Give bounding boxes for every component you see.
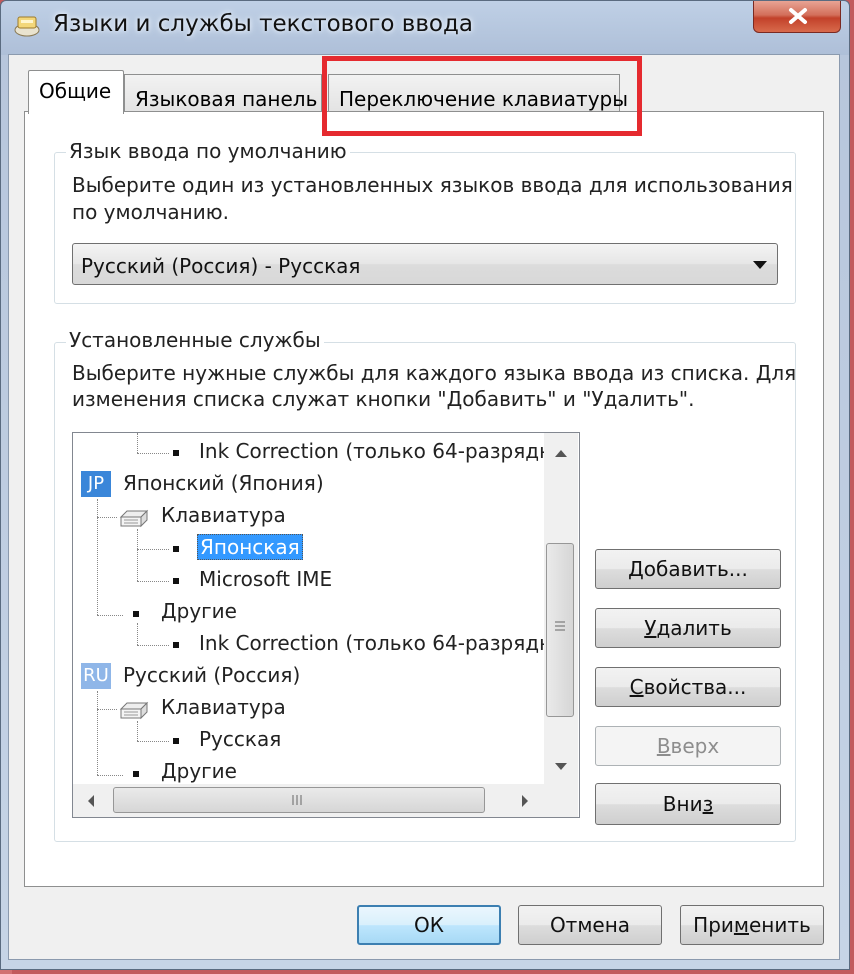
tree-bullet xyxy=(173,578,179,584)
keyboard-icon xyxy=(119,701,149,720)
ru-language-badge: RU xyxy=(81,663,111,689)
tree-connector-line xyxy=(137,581,169,582)
keyboard-switching-highlight-box xyxy=(322,56,642,136)
button-label: м xyxy=(733,913,749,937)
tab-language-bar-label: Языковая панель xyxy=(135,87,318,111)
title-bar[interactable]: Языки и службы текстового ввода xyxy=(1,1,849,51)
button-label: С xyxy=(629,675,644,699)
tree-item-japanese-language[interactable]: Японский (Япония) xyxy=(123,471,324,495)
move-up-button[interactable]: Вверх xyxy=(595,726,781,766)
scroll-down-arrow-icon[interactable] xyxy=(553,762,569,772)
dropdown-arrow-icon xyxy=(753,261,767,269)
tree-bullet xyxy=(173,450,179,456)
tree-item-jp-keyboard[interactable]: Клавиатура xyxy=(161,503,286,527)
tree-bullet xyxy=(133,771,139,777)
tree-connector-line xyxy=(97,615,123,616)
tree-item-jp-other[interactable]: Другие xyxy=(161,599,237,623)
tree-item-russian-layout[interactable]: Русская xyxy=(199,727,281,751)
remove-button[interactable]: Удалить xyxy=(595,608,781,648)
installed-services-legend: Установленные службы xyxy=(66,328,324,352)
services-tree[interactable]: Ink Correction (только 64-разрядны JP Яп… xyxy=(72,432,580,818)
tree-item-ru-other[interactable]: Другие xyxy=(161,759,237,783)
tree-item-microsoft-ime[interactable]: Microsoft IME xyxy=(199,567,332,591)
tree-connector-line xyxy=(137,453,169,454)
tree-connector-line xyxy=(97,517,117,518)
scroll-left-arrow-icon[interactable] xyxy=(86,794,96,808)
tab-general-label: Общие xyxy=(39,79,112,103)
tree-connector-line xyxy=(137,433,138,453)
button-label: з xyxy=(702,792,714,816)
tree-connector-line xyxy=(137,741,169,742)
tree-horizontal-scrollbar[interactable] xyxy=(73,784,545,817)
keyboard-icon xyxy=(119,509,149,528)
tree-connector-line xyxy=(97,775,123,776)
default-language-description-line1: Выберите один из установленных языков вв… xyxy=(72,173,793,197)
tree-connector-line xyxy=(137,549,169,550)
scrollbar-corner xyxy=(545,785,578,817)
button-label: обавить... xyxy=(643,557,748,581)
default-language-description-line2: по умолчанию. xyxy=(72,200,229,224)
cancel-button[interactable]: Отмена xyxy=(518,905,662,945)
tree-bullet xyxy=(133,611,139,617)
close-icon xyxy=(789,8,807,24)
button-label: Вни xyxy=(662,792,703,816)
button-label: У xyxy=(644,616,657,640)
button-label: При xyxy=(693,913,734,937)
apply-button[interactable]: Применить xyxy=(680,905,824,945)
button-label: войства... xyxy=(643,675,747,699)
tree-connector-line xyxy=(137,721,138,741)
installed-services-description-line2: изменения списка служат кнопки "Добавить… xyxy=(72,387,695,411)
tree-bullet xyxy=(173,738,179,744)
tree-item-russian-language[interactable]: Русский (Россия) xyxy=(123,663,300,687)
button-label: енить xyxy=(749,913,811,937)
tree-bullet xyxy=(173,546,179,552)
tree-item-japanese-layout-selected[interactable]: Японская xyxy=(197,534,303,560)
button-label: ОК xyxy=(414,913,444,937)
button-label: далить xyxy=(656,616,732,640)
properties-button[interactable]: Свойства... xyxy=(595,667,781,707)
tree-connector-line xyxy=(137,645,169,646)
tree-item-ru-keyboard[interactable]: Клавиатура xyxy=(161,695,286,719)
button-label: Д xyxy=(628,557,644,581)
tab-general[interactable]: Общие xyxy=(28,70,124,114)
tree-connector-line xyxy=(137,529,138,581)
tree-connector-line xyxy=(97,709,117,710)
close-button[interactable] xyxy=(753,1,841,33)
move-down-button[interactable]: Вниз xyxy=(595,783,781,825)
scroll-grip-icon xyxy=(292,795,302,805)
scroll-right-arrow-icon[interactable] xyxy=(520,794,530,808)
button-label: В xyxy=(656,734,671,758)
tab-language-bar[interactable]: Языковая панель xyxy=(124,74,322,112)
button-label: верх xyxy=(670,734,720,758)
ok-button[interactable]: ОК xyxy=(357,905,501,945)
tree-connector-line xyxy=(97,691,98,775)
default-language-value: Русский (Россия) - Русская xyxy=(81,254,361,278)
default-language-dropdown[interactable]: Русский (Россия) - Русская xyxy=(72,243,778,285)
tree-item-ink-correction[interactable]: Ink Correction (только 64-разрядны xyxy=(199,439,568,463)
scroll-grip-icon xyxy=(555,621,565,631)
window-title: Языки и службы текстового ввода xyxy=(53,11,473,37)
scroll-up-arrow-icon[interactable] xyxy=(553,448,569,458)
tree-vertical-scrollbar[interactable] xyxy=(544,433,578,785)
default-language-legend: Язык ввода по умолчанию xyxy=(66,139,350,163)
jp-language-badge: JP xyxy=(81,471,111,497)
tree-bullet xyxy=(173,642,179,648)
keyboard-app-icon xyxy=(14,16,40,37)
tree-item-ink-correction-2[interactable]: Ink Correction (только 64-разрядны xyxy=(199,631,568,655)
tree-connector-line xyxy=(137,623,138,645)
button-label: Отмена xyxy=(549,913,631,937)
add-button[interactable]: Добавить... xyxy=(595,549,781,589)
installed-services-description-line1: Выберите нужные службы для каждого языка… xyxy=(72,361,797,385)
